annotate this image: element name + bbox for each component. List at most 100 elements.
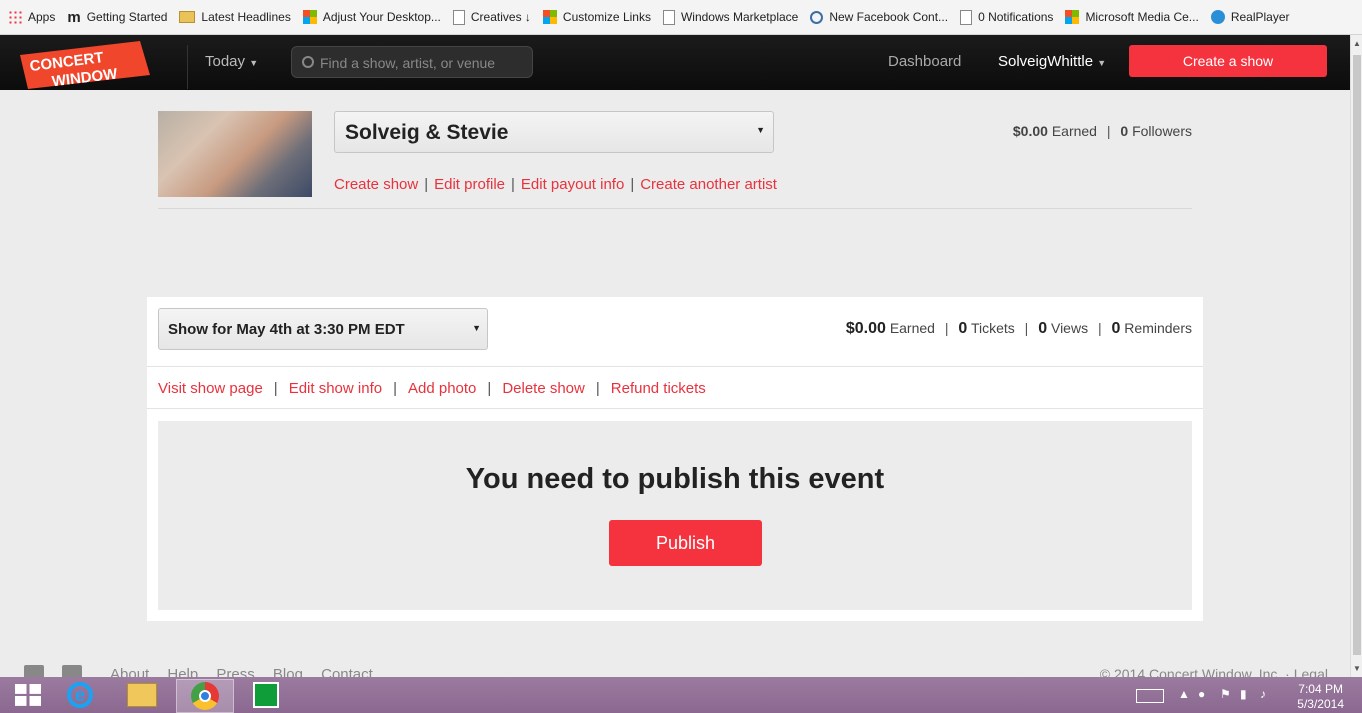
artist-followers-label: Followers [1132,123,1192,139]
clock-time: 7:04 PM [1298,682,1343,696]
keyboard-icon[interactable] [1136,689,1164,703]
search-input[interactable] [318,52,527,74]
create-show-button[interactable]: Create a show [1129,45,1327,77]
footer-blog-link[interactable]: Blog [273,666,303,677]
artist-stats: $0.00 Earned | 0 Followers [1012,123,1192,139]
show-links: Visit show page | Edit show info | Add photo… [158,380,706,397]
search-box[interactable] [291,46,533,78]
windows-icon [542,10,557,24]
divider [158,208,1192,209]
publish-button[interactable]: Publish [609,520,762,566]
scroll-up-icon[interactable]: ▲ [1353,39,1361,48]
top-navigation: CONCERT WINDOW Today ▼ Dashboard Solveig… [0,35,1350,90]
system-tray: ▲ ● ⚑ ▮ ♪ 7:04 PM 5/3/2014 [1122,677,1362,713]
bookmark-latest-headlines[interactable]: Latest Headlines [179,10,291,24]
bookmark-notifications[interactable]: 0 Notifications [960,9,1053,25]
artist-select[interactable]: Solveig & Stevie ▼ [334,111,774,153]
page-icon [662,9,675,25]
publish-box: You need to publish this event Publish [158,421,1192,610]
show-hidden-icons-icon[interactable]: ▲ [1178,687,1190,701]
edit-payout-info-link[interactable]: Edit payout info [521,176,624,193]
divider [147,366,1203,367]
nav-divider [187,45,188,89]
caret-down-icon: ▼ [249,58,259,68]
footer-about-link[interactable]: About [110,666,149,677]
chrome-icon [191,682,219,710]
add-photo-link[interactable]: Add photo [408,380,476,397]
twitter-icon[interactable] [62,665,82,677]
store-taskbar-button[interactable] [238,679,294,711]
facebook-icon[interactable] [24,665,44,677]
create-show-link[interactable]: Create show [334,176,418,193]
bookmark-new-facebook[interactable]: New Facebook Cont... [810,10,948,24]
edit-profile-link[interactable]: Edit profile [434,176,505,193]
footer-copyright: © 2014 Concert Window, Inc. · Legal [1099,666,1328,677]
select-arrow-icon: ▼ [472,323,481,333]
show-tickets-value: 0 [958,320,968,337]
dashboard-link[interactable]: Dashboard [888,53,961,70]
realplayer-icon [1210,10,1225,24]
show-select[interactable]: Show for May 4th at 3:30 PM EDT ▼ [158,308,488,350]
footer-contact-link[interactable]: Contact [321,666,373,677]
footer: About Help Press Blog Contact © 2014 Con… [0,662,1350,677]
bookmark-customize-links[interactable]: Customize Links [542,10,651,24]
bookmark-windows-marketplace[interactable]: Windows Marketplace [662,9,798,25]
artist-earned-label: Earned [1051,123,1097,139]
page-scrollbar[interactable]: ▲ ▼ [1350,35,1362,677]
page-icon [452,9,465,25]
show-reminders-value: 0 [1111,320,1121,337]
bookmark-getting-started[interactable]: m Getting Started [67,9,167,26]
show-tickets-label: Tickets [970,320,1015,336]
bookmark-apps[interactable]: Apps [8,10,55,24]
refund-tickets-link[interactable]: Refund tickets [611,380,706,397]
apps-icon [8,10,22,24]
delete-show-link[interactable]: Delete show [502,380,585,397]
footer-help-link[interactable]: Help [167,666,198,677]
show-reminders-label: Reminders [1124,320,1192,336]
volume-icon[interactable]: ♪ [1260,687,1266,701]
internet-explorer-icon: e [67,682,93,708]
today-dropdown[interactable]: Today ▼ [205,53,258,70]
footer-press-link[interactable]: Press [216,666,254,677]
publish-message: You need to publish this event [465,463,885,495]
bookmarks-bar: Apps m Getting Started Latest Headlines A… [0,0,1362,35]
show-views-label: Views [1050,320,1089,336]
scrollbar-thumb[interactable] [1353,55,1361,655]
edit-show-info-link[interactable]: Edit show info [289,380,382,397]
bookmark-media-center[interactable]: Microsoft Media Ce... [1065,10,1199,24]
folder-icon [179,11,196,23]
artist-followers-value: 0 [1120,123,1129,139]
scroll-down-icon[interactable]: ▼ [1353,664,1361,673]
user-menu[interactable]: SolveigWhittle ▼ [998,53,1106,70]
windows-icon [1065,10,1080,24]
divider [147,408,1203,409]
select-arrow-icon: ▼ [756,125,765,135]
search-icon [810,10,824,24]
bookmark-adjust-desktop[interactable]: Adjust Your Desktop... [302,10,441,24]
internet-explorer-taskbar-button[interactable]: e [52,679,108,711]
page-icon [960,9,973,25]
visit-show-page-link[interactable]: Visit show page [158,380,263,397]
bookmark-realplayer[interactable]: RealPlayer [1210,10,1290,24]
windows-start-icon [15,684,41,706]
file-explorer-taskbar-button[interactable] [114,679,170,711]
chrome-taskbar-button[interactable] [176,679,234,713]
action-center-flag-icon[interactable]: ⚑ [1220,687,1231,701]
create-another-artist-link[interactable]: Create another artist [640,176,777,193]
windows-icon [302,10,317,24]
clock[interactable]: 7:04 PM 5/3/2014 [1297,682,1344,712]
show-earned-label: Earned [889,320,935,336]
start-button[interactable] [0,679,56,711]
clock-date: 5/3/2014 [1297,697,1344,711]
signal-icon[interactable]: ▮ [1240,687,1247,701]
artist-earned-value: $0.00 [1012,123,1048,139]
bookmark-creatives[interactable]: Creatives ↓ [452,9,531,25]
show-earned-value: $0.00 [845,320,886,337]
show-stats: $0.00 Earned | 0 Tickets | 0 Views | 0 R… [845,320,1192,337]
concert-window-logo[interactable]: CONCERT WINDOW [20,41,150,89]
store-icon [253,682,279,708]
file-explorer-icon [127,683,157,707]
caret-down-icon: ▼ [1097,58,1107,68]
show-views-value: 0 [1038,320,1048,337]
network-globe-icon[interactable]: ● [1198,687,1205,701]
